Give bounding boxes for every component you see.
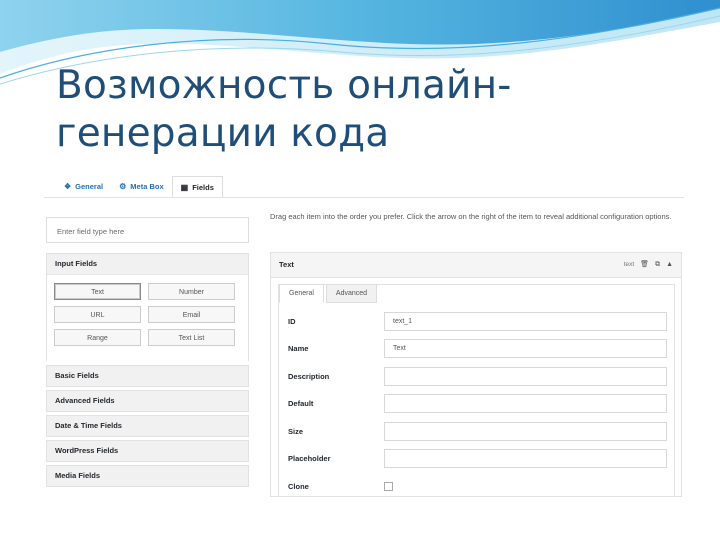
field-button-number[interactable]: Number bbox=[148, 283, 235, 300]
gear-icon: ⚙ bbox=[119, 181, 127, 191]
wordpress-fields-group[interactable]: WordPress Fields bbox=[46, 440, 249, 462]
tab-fields-label: Fields bbox=[192, 182, 214, 192]
drag-instructions: Drag each item into the order you prefer… bbox=[270, 212, 672, 221]
field-label-size: Size bbox=[288, 427, 304, 436]
field-label-name: Name bbox=[288, 344, 309, 353]
tab-meta-box[interactable]: ⚙ Meta Box bbox=[111, 176, 172, 196]
meta-box-builder-screenshot: ❖ General ⚙ Meta Box ▦ Fields Input Fiel… bbox=[44, 175, 684, 497]
collapse-arrow-icon[interactable]: ▲ bbox=[666, 253, 673, 277]
field-panel-tools: text 🗑 ⧉ ▲ bbox=[624, 253, 673, 277]
tab-general[interactable]: ❖ General bbox=[56, 176, 111, 196]
basic-fields-header[interactable]: Basic Fields bbox=[47, 366, 248, 386]
date-time-fields-header[interactable]: Date & Time Fields bbox=[47, 416, 248, 436]
field-panel-text: Text text 🗑 ⧉ ▲ General Advanced ID text… bbox=[270, 252, 682, 497]
info-circle-icon: ❖ bbox=[64, 181, 72, 191]
media-fields-header[interactable]: Media Fields bbox=[47, 466, 248, 486]
field-label-placeholder: Placeholder bbox=[288, 454, 331, 463]
wordpress-fields-header[interactable]: WordPress Fields bbox=[47, 441, 248, 461]
default-input[interactable] bbox=[384, 394, 667, 413]
input-fields-header[interactable]: Input Fields bbox=[47, 254, 248, 274]
duplicate-icon[interactable]: ⧉ bbox=[655, 253, 660, 277]
advanced-fields-header[interactable]: Advanced Fields bbox=[47, 391, 248, 411]
trash-icon[interactable]: 🗑 bbox=[640, 253, 649, 277]
basic-fields-group[interactable]: Basic Fields bbox=[46, 365, 249, 387]
field-panel-header[interactable]: Text text 🗑 ⧉ ▲ bbox=[271, 253, 681, 278]
field-row-size: Size bbox=[288, 422, 668, 441]
tab-fields[interactable]: ▦ Fields bbox=[171, 176, 223, 198]
id-input[interactable]: text_1 bbox=[384, 312, 667, 331]
input-fields-body: Text Number URL Email Range Text List bbox=[47, 274, 248, 362]
field-settings-tabs: General Advanced bbox=[279, 284, 379, 303]
main-tabs: ❖ General ⚙ Meta Box ▦ Fields bbox=[56, 176, 223, 198]
field-button-url[interactable]: URL bbox=[54, 306, 141, 323]
date-time-fields-group[interactable]: Date & Time Fields bbox=[46, 415, 249, 437]
field-label-clone: Clone bbox=[288, 482, 309, 491]
grid-icon: ▦ bbox=[180, 182, 189, 192]
tab-general-label: General bbox=[75, 181, 104, 191]
field-button-email[interactable]: Email bbox=[148, 306, 235, 323]
field-row-description: Description bbox=[288, 367, 668, 386]
field-type-search bbox=[46, 217, 260, 244]
field-row-clone: Clone bbox=[288, 477, 668, 496]
name-input[interactable]: Text bbox=[384, 339, 667, 358]
tabs-divider bbox=[44, 197, 684, 198]
field-panel-title: Text bbox=[279, 260, 294, 269]
field-button-text-list[interactable]: Text List bbox=[148, 329, 235, 346]
tab-meta-box-label: Meta Box bbox=[130, 181, 164, 191]
size-input[interactable] bbox=[384, 422, 667, 441]
slide-title: Возможность онлайн- генерации кода bbox=[56, 62, 512, 158]
field-row-name: Name Text bbox=[288, 339, 668, 358]
field-label-id: ID bbox=[288, 317, 296, 326]
tab-field-advanced[interactable]: Advanced bbox=[325, 284, 378, 303]
field-button-range[interactable]: Range bbox=[54, 329, 141, 346]
description-input[interactable] bbox=[384, 367, 667, 386]
search-input[interactable] bbox=[47, 218, 260, 244]
field-label-description: Description bbox=[288, 372, 330, 381]
field-row-default: Default bbox=[288, 394, 668, 413]
clone-checkbox[interactable] bbox=[384, 482, 393, 491]
input-fields-group: Input Fields Text Number URL Email Range… bbox=[46, 253, 249, 362]
field-button-text[interactable]: Text bbox=[54, 283, 141, 300]
field-row-id: ID text_1 bbox=[288, 312, 668, 331]
field-row-placeholder: Placeholder bbox=[288, 449, 668, 468]
field-settings: General Advanced ID text_1 Name Text Des… bbox=[278, 284, 675, 497]
advanced-fields-group[interactable]: Advanced Fields bbox=[46, 390, 249, 412]
placeholder-input[interactable] bbox=[384, 449, 667, 468]
field-type-tag: text bbox=[623, 261, 635, 268]
slide-title-line-1: Возможность онлайн- bbox=[56, 63, 512, 108]
fields-editor: Drag each item into the order you prefer… bbox=[270, 210, 684, 497]
media-fields-group[interactable]: Media Fields bbox=[46, 465, 249, 487]
slide-title-line-2: генерации кода bbox=[56, 111, 390, 156]
tab-field-general[interactable]: General bbox=[279, 284, 324, 303]
field-label-default: Default bbox=[288, 399, 314, 408]
